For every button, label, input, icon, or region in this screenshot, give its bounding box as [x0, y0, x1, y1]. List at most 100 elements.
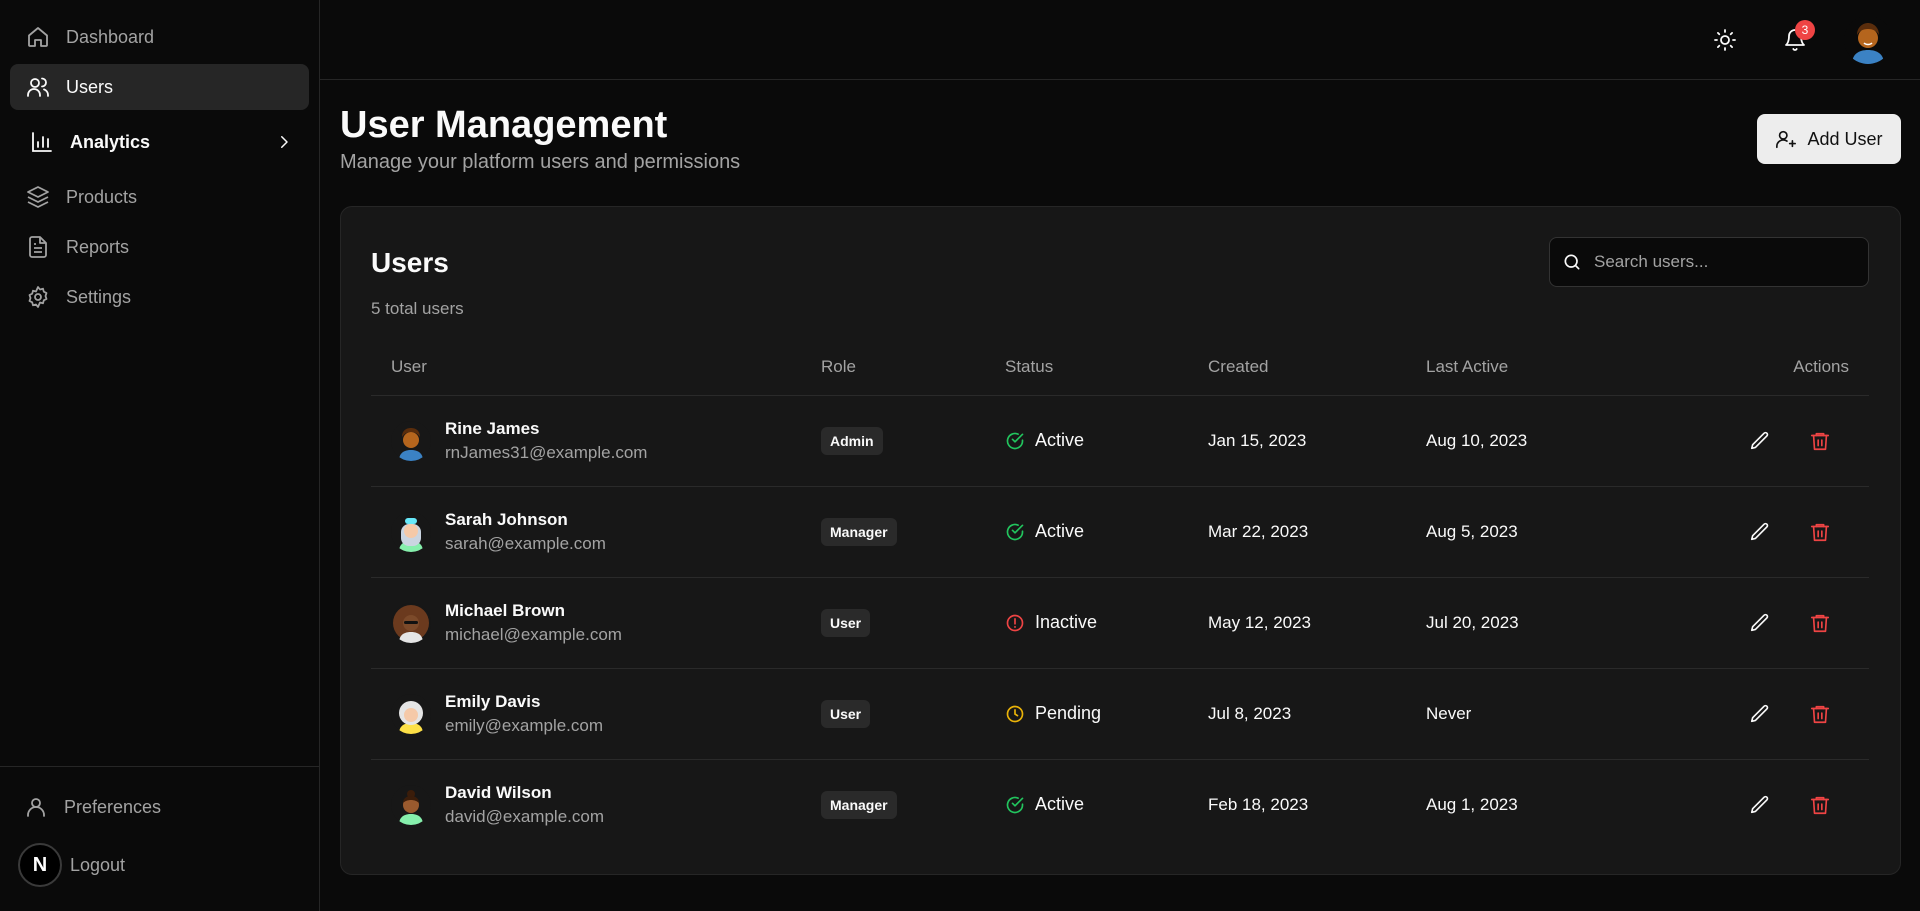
logo-badge: N — [18, 843, 62, 887]
user-email: michael@example.com — [445, 624, 622, 644]
last-active-date: Aug 5, 2023 — [1426, 486, 1676, 578]
search-icon — [1564, 254, 1580, 270]
notification-badge: 3 — [1795, 20, 1815, 40]
file-text-icon — [29, 236, 47, 258]
chevron-right-icon — [281, 136, 288, 148]
edit-icon[interactable] — [1749, 430, 1771, 452]
sidebar-item-label: Analytics — [70, 131, 151, 152]
search-box[interactable] — [1549, 237, 1869, 287]
user-avatar-image — [391, 784, 431, 825]
notifications-button[interactable]: 3 — [1775, 20, 1815, 60]
trash-icon[interactable] — [1809, 794, 1831, 816]
trash-icon[interactable] — [1809, 521, 1831, 543]
created-date: Feb 18, 2023 — [1208, 794, 1309, 814]
created-date: Mar 22, 2023 — [1208, 486, 1426, 578]
avatar — [391, 784, 431, 825]
user-name: Michael Brown — [445, 600, 565, 620]
theme-toggle-button[interactable] — [1705, 20, 1745, 60]
trash-icon[interactable] — [1809, 612, 1831, 634]
check-circle-icon — [1006, 432, 1024, 449]
user-avatar-image — [391, 693, 431, 734]
status-badge: Active — [1005, 521, 1208, 542]
avatar — [391, 602, 431, 643]
user-plus-icon — [1776, 130, 1797, 149]
user-cell: Rine James rnJames31@example.com — [371, 419, 821, 463]
created-date: Jan 15, 2023 — [1208, 395, 1426, 487]
row-actions — [1676, 521, 1869, 543]
status-badge: Inactive — [1005, 612, 1208, 633]
status-badge: Active — [1005, 430, 1208, 451]
sidebar-item-analytics[interactable]: Analytics — [10, 114, 309, 170]
row-actions — [1676, 612, 1869, 634]
edit-icon[interactable] — [1749, 521, 1771, 543]
user-email: david@example.com — [445, 806, 604, 826]
edit-icon[interactable] — [1749, 703, 1771, 725]
last-active-date: Aug 1, 2023 — [1426, 794, 1518, 814]
check-circle-icon — [1006, 796, 1024, 814]
users-table: User Role Status Created Last Active Act… — [371, 339, 1869, 850]
preferences-button[interactable]: Preferences — [14, 787, 305, 827]
avatar[interactable] — [1844, 16, 1892, 64]
user-name: Rine James — [445, 418, 540, 438]
logout-button[interactable]: N Logout — [14, 843, 305, 887]
user-avatar-image — [391, 420, 431, 461]
add-user-button[interactable]: Add User — [1757, 114, 1901, 164]
page-title: User Management — [340, 104, 668, 146]
sidebar-item-label: Products — [66, 186, 138, 207]
user-icon — [27, 798, 45, 817]
column-header-last-active[interactable]: Last Active — [1426, 339, 1676, 396]
users-card: Users 5 total users User Role Status Cre… — [340, 206, 1901, 875]
layers-icon — [27, 186, 49, 208]
status-label: Active — [1035, 521, 1085, 541]
users-icon — [27, 77, 49, 97]
card-title: Users — [371, 247, 449, 278]
sidebar-item-label: Users — [66, 76, 114, 97]
user-count: 5 total users — [371, 299, 464, 318]
user-cell: Sarah Johnson sarah@example.com — [371, 510, 821, 554]
user-cell: David Wilson david@example.com — [371, 783, 821, 827]
sidebar-item-reports[interactable]: Reports — [10, 224, 309, 270]
created-date: May 12, 2023 — [1208, 577, 1426, 669]
sidebar-item-settings[interactable]: Settings — [10, 274, 309, 320]
role-badge: Admin — [821, 426, 883, 455]
edit-icon[interactable] — [1749, 794, 1771, 816]
edit-icon[interactable] — [1749, 612, 1771, 634]
sidebar-item-label: Reports — [66, 236, 130, 257]
user-email: emily@example.com — [445, 715, 604, 735]
last-active-date: Aug 10, 2023 — [1426, 395, 1676, 487]
sun-icon — [1714, 29, 1736, 51]
status-label: Inactive — [1035, 612, 1098, 632]
status-badge: Pending — [1005, 703, 1208, 724]
user-avatar-image — [391, 602, 431, 643]
sidebar-item-label: Settings — [66, 286, 132, 307]
avatar — [391, 693, 431, 734]
bar-chart-icon — [32, 132, 52, 152]
last-active-date: Jul 20, 2023 — [1426, 577, 1676, 669]
row-actions — [1676, 703, 1869, 725]
sidebar-item-products[interactable]: Products — [10, 174, 309, 220]
user-avatar-image — [391, 511, 431, 552]
page-subtitle: Manage your platform users and permissio… — [340, 151, 741, 173]
table-header-row: User Role Status Created Last Active Act… — [371, 339, 1869, 396]
role-badge: User — [821, 608, 871, 637]
status-label: Pending — [1035, 703, 1102, 723]
avatar — [391, 511, 431, 552]
sidebar-item-label: Dashboard — [66, 26, 155, 47]
role-badge: Manager — [821, 517, 897, 546]
check-circle-icon — [1006, 523, 1024, 540]
user-avatar-image — [1844, 16, 1892, 64]
table-row: Rine James rnJames31@example.com Admin A… — [371, 395, 1869, 487]
column-header-user[interactable]: User — [371, 339, 821, 396]
column-header-status[interactable]: Status — [1005, 339, 1208, 396]
clock-icon — [1006, 705, 1024, 722]
search-input[interactable] — [1594, 252, 1854, 272]
column-header-created[interactable]: Created — [1208, 339, 1426, 396]
sidebar-item-dashboard[interactable]: Dashboard — [10, 14, 309, 60]
sidebar-item-users[interactable]: Users — [10, 64, 309, 110]
created-date: Jul 8, 2023 — [1208, 668, 1426, 760]
trash-icon[interactable] — [1809, 703, 1831, 725]
trash-icon[interactable] — [1809, 430, 1831, 452]
sidebar: Dashboard Users Analytics Products Repor… — [0, 0, 320, 911]
avatar — [391, 420, 431, 461]
column-header-role[interactable]: Role — [821, 339, 1005, 396]
